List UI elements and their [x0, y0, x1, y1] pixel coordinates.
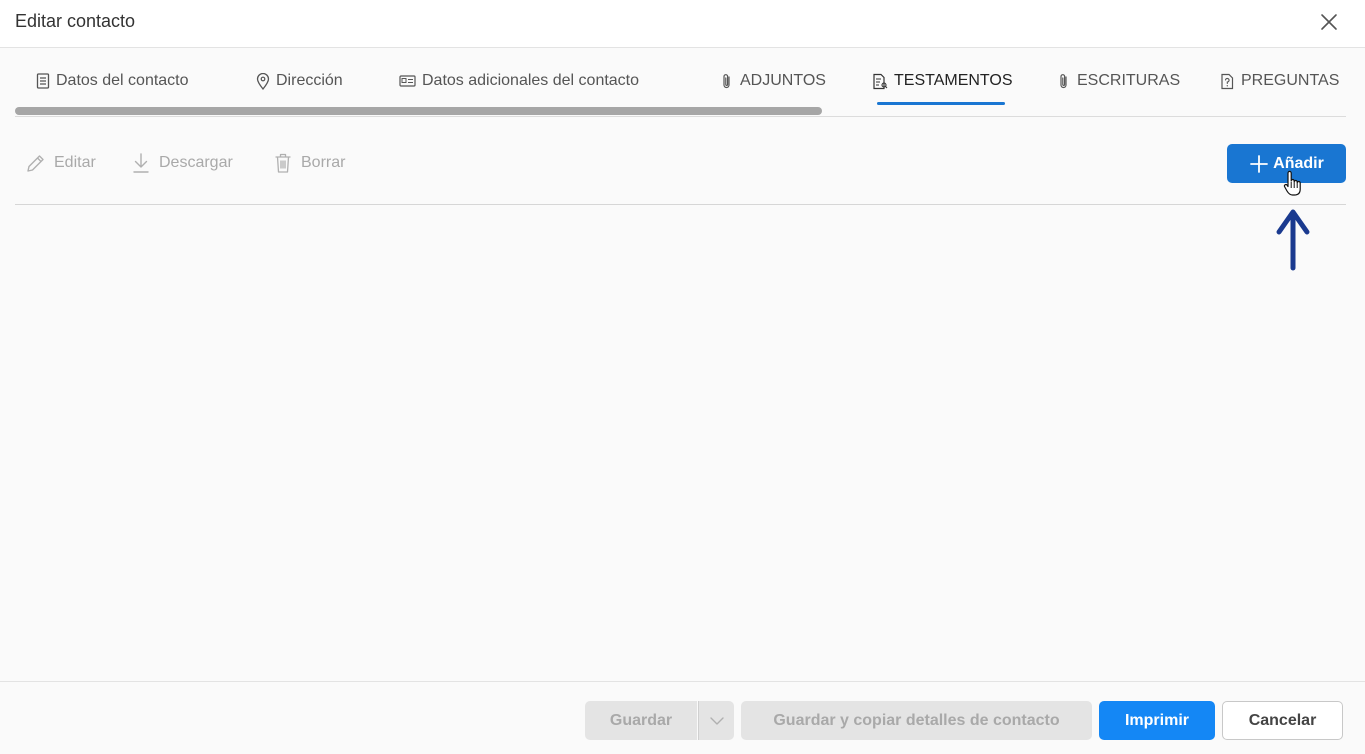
toolbar-divider	[15, 204, 1346, 205]
active-tab-indicator	[877, 102, 1005, 105]
location-pin-icon	[256, 72, 270, 90]
tab-direccion[interactable]: Dirección	[256, 69, 343, 93]
paperclip-icon	[1060, 73, 1067, 88]
id-card-icon	[399, 75, 416, 87]
document-icon	[873, 73, 888, 89]
dialog-header: Editar contacto	[0, 0, 1365, 48]
save-options-dropdown[interactable]	[698, 701, 734, 740]
tab-escrituras[interactable]: ESCRITURAS	[1057, 69, 1180, 93]
tabs-scrollbar[interactable]	[15, 107, 822, 115]
chevron-down-icon	[709, 716, 724, 725]
delete-label: Borrar	[301, 154, 346, 171]
tab-adjuntos[interactable]: ADJUNTOS	[720, 69, 826, 93]
tab-testamentos[interactable]: TESTAMENTOS	[872, 69, 1013, 93]
cancel-label: Cancelar	[1248, 711, 1317, 729]
close-button[interactable]	[1316, 9, 1342, 35]
tabs-divider	[15, 116, 1346, 117]
print-button[interactable]: Imprimir	[1099, 701, 1215, 740]
pencil-icon	[27, 154, 44, 172]
tab-label: ESCRITURAS	[1077, 72, 1181, 89]
contact-card-icon	[36, 73, 50, 89]
cancel-button[interactable]: Cancelar	[1222, 701, 1343, 740]
save-and-copy-button[interactable]: Guardar y copiar detalles de contacto	[741, 701, 1092, 740]
tab-label: Dirección	[276, 72, 343, 89]
tab-label: Datos del contacto	[56, 72, 189, 89]
download-button[interactable]: Descargar	[131, 152, 233, 174]
save-label: Guardar	[609, 711, 673, 729]
download-label: Descargar	[159, 154, 233, 171]
edit-label: Editar	[54, 154, 96, 171]
tab-label: ADJUNTOS	[740, 72, 826, 89]
print-label: Imprimir	[1124, 711, 1189, 729]
save-button[interactable]: Guardar	[585, 701, 697, 740]
delete-button[interactable]: Borrar	[273, 152, 345, 174]
tab-label: Datos adicionales del contacto	[422, 72, 640, 89]
plus-icon	[1250, 154, 1269, 173]
dialog-footer: Guardar Guardar y copiar detalles de con…	[0, 681, 1365, 754]
tab-bar: Datos del contacto Dirección Datos adici…	[0, 49, 1365, 117]
edit-button[interactable]: Editar	[25, 152, 96, 174]
paperclip-icon	[723, 73, 730, 88]
trash-icon	[275, 153, 291, 173]
tab-preguntas[interactable]: PREGUNTAS	[1220, 69, 1339, 93]
dialog-title: Editar contacto	[15, 11, 136, 31]
toolbar: Editar Descargar Borrar Añadir	[0, 118, 1365, 204]
save-copy-label: Guardar y copiar detalles de contacto	[773, 711, 1060, 729]
annotation-arrow-icon	[1276, 209, 1310, 271]
tab-datos-adicionales[interactable]: Datos adicionales del contacto	[399, 69, 639, 93]
question-document-icon	[1221, 73, 1234, 89]
close-icon	[1321, 14, 1337, 30]
tab-datos-del-contacto[interactable]: Datos del contacto	[36, 69, 189, 93]
tab-label: PREGUNTAS	[1241, 72, 1340, 89]
tab-label: TESTAMENTOS	[894, 72, 1013, 89]
download-icon	[133, 153, 149, 173]
hand-cursor-icon	[1283, 170, 1301, 196]
